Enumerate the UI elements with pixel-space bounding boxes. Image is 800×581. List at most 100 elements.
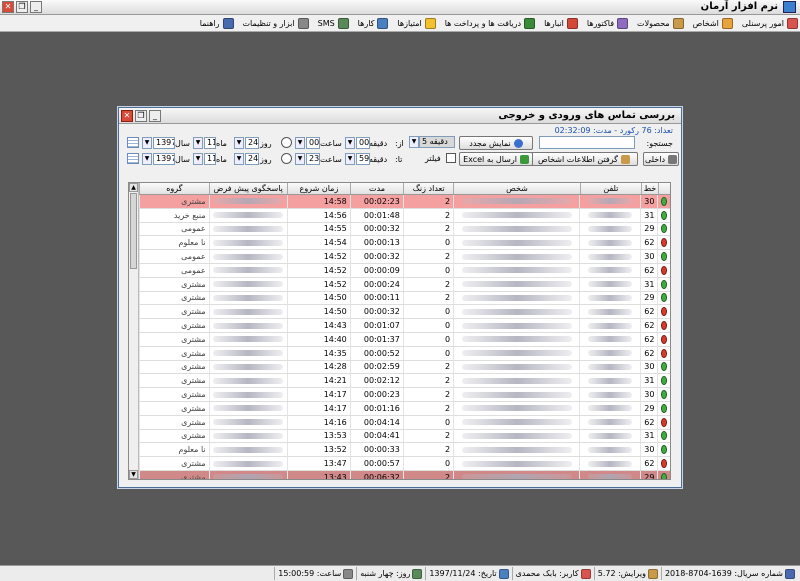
menu-item[interactable]: دریافت ها و پرداخت ها <box>445 17 536 29</box>
table-row[interactable]: 29 2 00:00:11 14:50 مشتری <box>139 291 670 306</box>
from-month-input[interactable]: 11 <box>204 137 216 149</box>
menu-item[interactable]: امور پرسنلی <box>742 17 798 29</box>
from-minute-dropdown-icon[interactable]: ▼ <box>345 137 355 149</box>
dialog-close-button[interactable]: ✕ <box>121 110 133 122</box>
direction-indicator-icon <box>657 195 670 208</box>
table-row[interactable]: 31 2 00:04:41 13:53 مشتری <box>139 429 670 444</box>
to-month-dropdown-icon[interactable]: ▼ <box>193 153 203 165</box>
person-cell <box>453 346 579 360</box>
table-row[interactable]: 30 2 00:02:59 14:28 مشتری <box>139 360 670 375</box>
table-row[interactable]: 62 0 00:00:52 14:35 مشتری <box>139 346 670 361</box>
person-cell <box>453 443 579 457</box>
table-row[interactable]: 62 0 00:01:37 14:40 مشتری <box>139 332 670 347</box>
from-month-dropdown-icon[interactable]: ▼ <box>193 137 203 149</box>
group-column-header[interactable]: گروه <box>138 183 209 194</box>
duration-column-header[interactable]: مدت <box>350 183 403 194</box>
dialog-minimize-button[interactable]: _ <box>149 110 161 122</box>
to-year-input[interactable]: 1397 <box>153 153 175 165</box>
table-row[interactable]: 62 0 00:00:09 14:52 عمومی <box>139 263 670 278</box>
to-month-input[interactable]: 11 <box>204 153 216 165</box>
responder-cell <box>208 470 287 479</box>
person-cell <box>453 360 579 374</box>
redacted-text <box>461 281 572 288</box>
rings-column-header[interactable]: تعداد زنگ <box>403 183 453 194</box>
responder-column-header[interactable]: پاسخگوی پیش فرض <box>208 183 287 194</box>
fetch-persons-button[interactable]: گرفتن اطلاعات اشخاص <box>530 152 638 166</box>
to-minute-dropdown-icon[interactable]: ▼ <box>345 153 355 165</box>
vertical-scrollbar[interactable]: ▲ ▼ <box>129 183 139 479</box>
table-row[interactable]: 62 0 00:01:07 14:43 مشتری <box>139 319 670 333</box>
search-input[interactable] <box>539 136 635 149</box>
menu-item[interactable]: SMS <box>318 17 349 29</box>
line-cell: 30 <box>640 388 657 401</box>
app-minimize-button[interactable]: _ <box>30 1 42 13</box>
line-column-header[interactable]: خط <box>641 183 658 194</box>
incoming-call-icon <box>661 445 667 455</box>
app-close-button[interactable]: ✕ <box>2 1 14 13</box>
refresh-button[interactable]: نمایش مجدد <box>459 136 533 150</box>
person-column-header[interactable]: شخص <box>453 183 579 194</box>
table-row[interactable]: 62 0 00:00:32 14:50 مشتری <box>139 305 670 320</box>
filter-checkbox[interactable] <box>446 153 456 163</box>
to-hour-input[interactable]: 23 <box>306 153 320 165</box>
to-clock-icon[interactable] <box>281 153 292 164</box>
tel-cell <box>578 374 640 388</box>
from-day-input[interactable]: 24 <box>245 137 259 149</box>
menu-item[interactable]: محصولات <box>637 17 684 29</box>
menu-item[interactable]: راهنما <box>200 17 234 29</box>
redacted-text <box>588 432 633 439</box>
from-minute-input[interactable]: 00 <box>356 137 370 149</box>
indicator-column-header[interactable] <box>657 183 670 194</box>
group-cell: منبع خرید <box>139 208 209 222</box>
to-year-dropdown-icon[interactable]: ▼ <box>142 153 152 165</box>
to-day-dropdown-icon[interactable]: ▼ <box>234 153 244 165</box>
menu-item[interactable]: فاکتورها <box>587 17 629 29</box>
start-column-header[interactable]: زمان شروع <box>286 183 350 194</box>
menu-item[interactable]: انبارها <box>544 17 578 29</box>
table-row[interactable]: 30 2 00:00:33 13:52 نا معلوم <box>139 443 670 458</box>
line-cell: 30 <box>640 250 657 263</box>
interval-select[interactable]: 5 دقیقه <box>419 136 455 148</box>
menu-item[interactable]: امتیازها <box>397 17 436 29</box>
menu-item[interactable]: کارها <box>358 17 389 29</box>
table-row[interactable]: 31 2 00:02:12 14:21 مشتری <box>139 374 670 389</box>
clock-icon <box>343 568 354 579</box>
table-row[interactable]: 31 2 00:00:24 14:52 مشتری <box>139 277 670 292</box>
to-day-input[interactable]: 24 <box>245 153 259 165</box>
scroll-up-icon[interactable]: ▲ <box>129 183 138 192</box>
table-row[interactable]: 30 2 00:00:23 14:17 مشتری <box>139 388 670 402</box>
table-row[interactable]: 62 0 00:04:14 14:16 مشتری <box>139 415 670 430</box>
table-row[interactable]: 30 2 00:02:23 14:58 مشتری <box>139 195 670 209</box>
menu-item[interactable]: ابزار و تنظیمات <box>243 17 309 29</box>
from-year-input[interactable]: 1397 <box>153 137 175 149</box>
tel-column-header[interactable]: تلفن <box>579 183 641 194</box>
table-row[interactable]: 62 0 00:00:57 13:47 مشتری <box>139 457 670 471</box>
to-calendar-icon[interactable] <box>127 153 139 164</box>
internal-button[interactable]: داخلی <box>643 152 679 166</box>
to-hour-dropdown-icon[interactable]: ▼ <box>295 153 305 165</box>
table-row[interactable]: 29 2 00:00:32 14:55 عمومی <box>139 222 670 237</box>
from-hour-dropdown-icon[interactable]: ▼ <box>295 137 305 149</box>
scroll-thumb[interactable] <box>130 193 137 269</box>
menu-bar: امور پرسنلی اشخاص محصولات فاکتورها انبارها در… <box>0 15 800 32</box>
menu-item[interactable]: اشخاص <box>693 17 733 29</box>
table-row[interactable]: 62 0 00:00:13 14:54 نا معلوم <box>139 236 670 251</box>
start-cell: 14:52 <box>286 263 350 277</box>
from-calendar-icon[interactable] <box>127 137 139 148</box>
excel-export-button[interactable]: ارسال به Excel <box>459 152 533 166</box>
table-row[interactable]: 30 2 00:00:32 14:52 عمومی <box>139 250 670 264</box>
app-maximize-button[interactable]: ❐ <box>16 1 28 13</box>
table-row[interactable]: 29 2 00:06:32 13:43 مشتری <box>139 470 670 479</box>
dialog-maximize-button[interactable]: ❐ <box>135 110 147 122</box>
scroll-down-icon[interactable]: ▼ <box>129 470 138 479</box>
from-day-dropdown-icon[interactable]: ▼ <box>234 137 244 149</box>
table-row[interactable]: 31 2 00:01:48 14:56 منبع خرید <box>139 208 670 223</box>
redacted-text <box>213 267 284 274</box>
from-hour-input[interactable]: 00 <box>306 137 320 149</box>
table-row[interactable]: 29 2 00:01:16 14:17 مشتری <box>139 401 670 416</box>
group-cell: مشتری <box>139 360 209 374</box>
from-clock-icon[interactable] <box>281 137 292 148</box>
interval-dropdown-icon[interactable]: ▼ <box>409 136 419 148</box>
to-minute-input[interactable]: 59 <box>356 153 370 165</box>
from-year-dropdown-icon[interactable]: ▼ <box>142 137 152 149</box>
